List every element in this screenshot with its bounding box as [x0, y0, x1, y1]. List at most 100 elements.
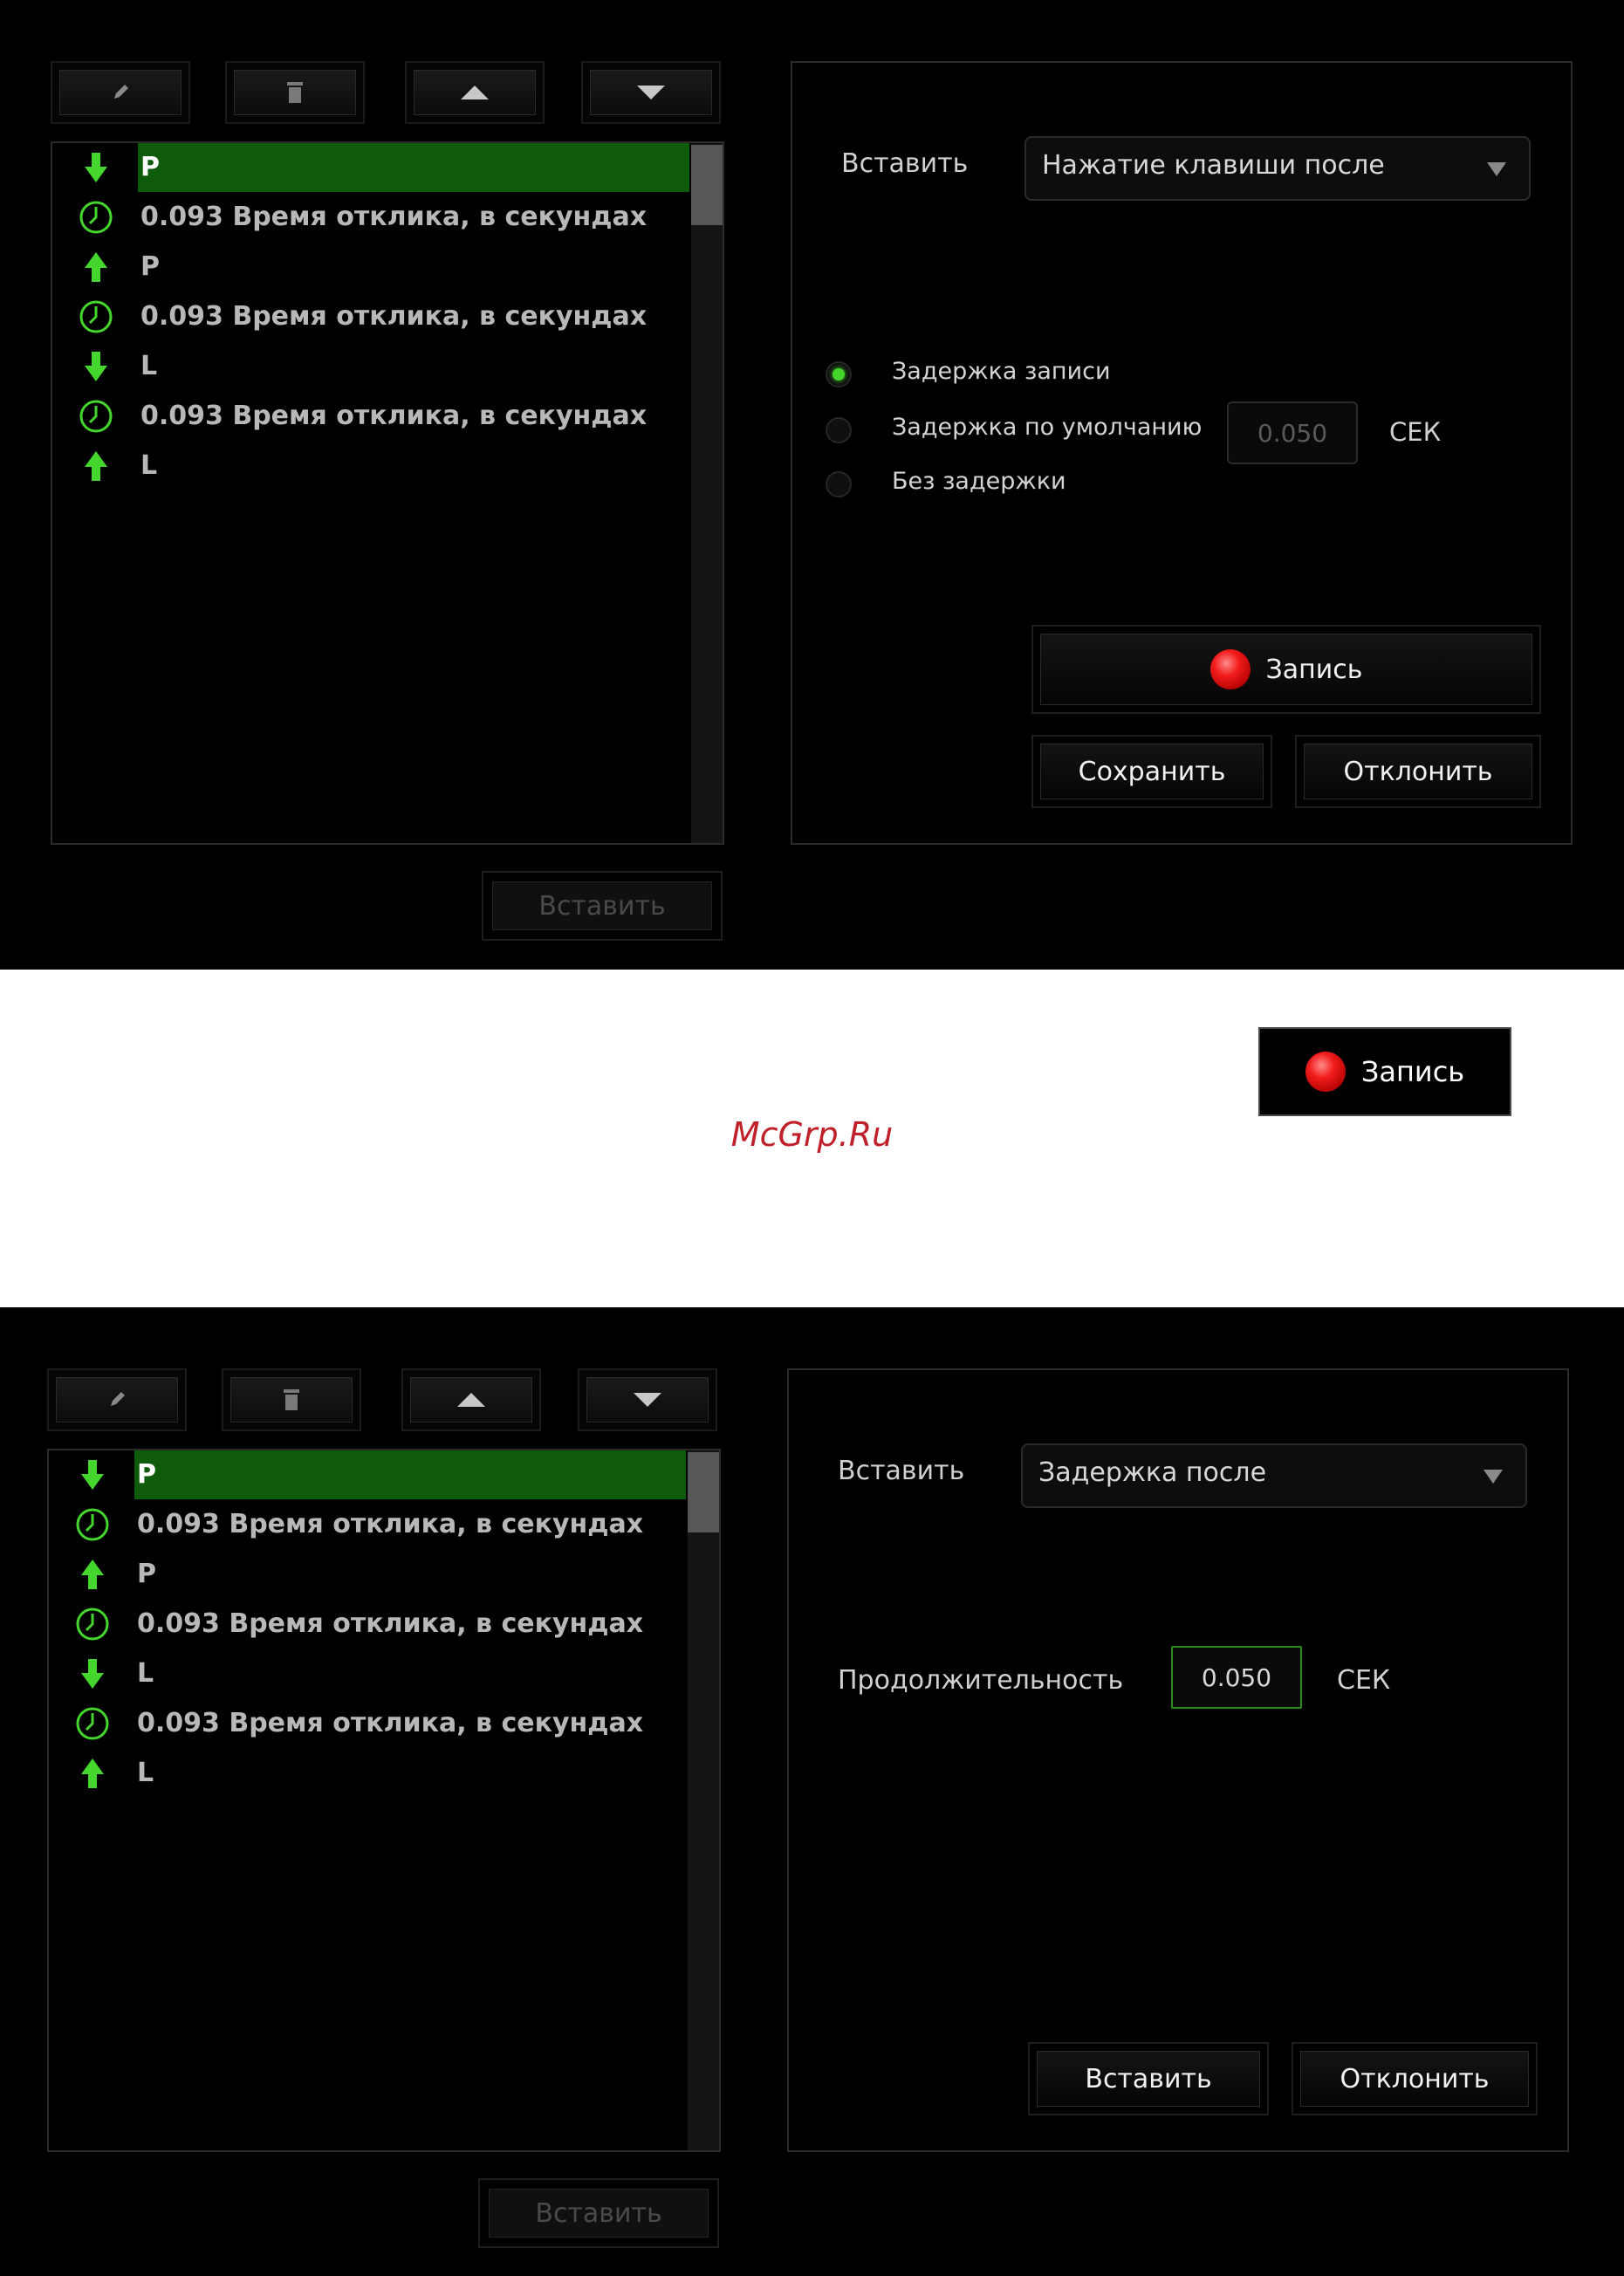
pencil-icon [114, 85, 128, 99]
delete-button[interactable] [225, 61, 365, 124]
list-item[interactable]: 0.093 Время отклика, в секундах [49, 1600, 686, 1649]
list-item-label: 0.093 Время отклика, в секундах [140, 401, 648, 431]
bottom-insert-button[interactable]: Вставить [482, 871, 723, 941]
record-button-label: Запись [1265, 654, 1363, 685]
list-item[interactable]: L [52, 342, 689, 391]
insert-label: Вставить [841, 148, 969, 179]
radio-default-delay[interactable] [826, 417, 852, 443]
list-item[interactable]: P [49, 1550, 686, 1599]
bottom-insert-button[interactable]: Вставить [478, 2178, 719, 2248]
list-item[interactable]: P [49, 1450, 686, 1499]
key-down-icon [77, 148, 115, 187]
chevron-down-icon [1487, 162, 1506, 176]
selection-highlight [138, 143, 689, 192]
duration-input[interactable]: 0.050 [1171, 1646, 1302, 1709]
clock-icon [73, 1505, 112, 1544]
move-up-button[interactable] [405, 61, 545, 124]
list-item-label: L [137, 1658, 154, 1689]
insert-button-label: Вставить [1085, 2063, 1212, 2094]
scrollbar[interactable] [691, 143, 723, 843]
clock-icon [73, 1704, 112, 1743]
list-item-label: L [140, 351, 158, 381]
list-item[interactable]: L [52, 442, 689, 490]
insert-panel: Вставить Нажатие клавиши после Задержка … [791, 61, 1573, 845]
insert-type-dropdown[interactable]: Задержка после [1021, 1443, 1527, 1508]
record-button-callout: Запись [1258, 1027, 1511, 1116]
clock-icon [77, 198, 115, 237]
list-item[interactable]: 0.093 Время отклика, в секундах [52, 193, 689, 242]
key-down-icon [73, 1655, 112, 1693]
unit-label: СЕК [1389, 417, 1442, 447]
scrollbar-thumb[interactable] [688, 1452, 719, 1532]
list-item[interactable]: 0.093 Время отклика, в секундах [49, 1699, 686, 1748]
record-dot-icon [1209, 649, 1251, 689]
edit-button[interactable] [47, 1368, 187, 1431]
bottom-insert-label: Вставить [489, 2189, 709, 2238]
scrollbar-thumb[interactable] [691, 145, 723, 225]
cancel-button-label: Отклонить [1343, 756, 1493, 787]
list-item-label: L [137, 1758, 154, 1788]
clock-icon [77, 298, 115, 336]
trash-icon [287, 82, 303, 103]
arrow-up-icon [457, 1393, 485, 1407]
cancel-button[interactable]: Отклонить [1295, 735, 1541, 808]
insert-type-value: Нажатие клавиши после [1042, 150, 1385, 181]
insert-type-value: Задержка после [1038, 1457, 1267, 1488]
list-item-label: 0.093 Время отклика, в секундах [137, 1509, 644, 1539]
key-up-icon [77, 447, 115, 485]
clock-icon [73, 1605, 112, 1643]
list-item-label: L [140, 450, 158, 481]
key-down-icon [77, 347, 115, 386]
list-item-label: P [137, 1559, 156, 1589]
list-item[interactable]: P [52, 143, 689, 192]
record-button[interactable]: Запись [1031, 625, 1541, 714]
key-up-icon [77, 248, 115, 286]
arrow-up-icon [461, 86, 489, 99]
list-item[interactable]: L [49, 1749, 686, 1798]
duration-label: Продолжительность [838, 1665, 1124, 1696]
macro-editor-record-view: P 0.093 Время отклика, в секундах P 0.093 В… [0, 0, 1624, 970]
default-delay-input[interactable]: 0.050 [1227, 401, 1358, 464]
key-up-icon [73, 1555, 112, 1594]
list-item[interactable]: P [52, 243, 689, 291]
list-item[interactable]: L [49, 1649, 686, 1698]
save-button[interactable]: Сохранить [1031, 735, 1272, 808]
save-button-label: Сохранить [1078, 756, 1226, 787]
trash-icon [284, 1389, 299, 1410]
record-callout-label: Запись [1360, 1055, 1465, 1088]
list-item[interactable]: 0.093 Время отклика, в секундах [52, 392, 689, 441]
macro-editor-delay-view: P 0.093 Время отклика, в секундах P 0.093 В… [0, 1307, 1624, 2276]
edit-button[interactable] [51, 61, 190, 124]
move-down-button[interactable] [578, 1368, 717, 1431]
list-item-label: P [140, 152, 160, 182]
unit-label: СЕК [1337, 1665, 1391, 1696]
list-item-label: 0.093 Время отклика, в секундах [140, 202, 648, 232]
list-item-label: 0.093 Время отклика, в секундах [137, 1708, 644, 1738]
pencil-icon [111, 1392, 125, 1406]
radio-no-delay[interactable] [826, 471, 852, 497]
macro-list[interactable]: P 0.093 Время отклика, в секундах P 0.093 В… [51, 141, 724, 845]
list-item-label: 0.093 Время отклика, в секундах [137, 1608, 644, 1639]
arrow-down-icon [634, 1393, 661, 1407]
move-up-button[interactable] [401, 1368, 541, 1431]
list-item[interactable]: 0.093 Время отклика, в секундах [49, 1500, 686, 1549]
list-item[interactable]: 0.093 Время отклика, в секундах [52, 292, 689, 341]
watermark: McGrp.Ru [730, 1115, 894, 1154]
arrow-down-icon [637, 86, 665, 99]
radio-record-delay[interactable] [826, 361, 852, 387]
scrollbar[interactable] [688, 1450, 719, 2150]
insert-panel: Вставить Задержка после Продолжительност… [787, 1368, 1569, 2152]
insert-button[interactable]: Вставить [1028, 2042, 1269, 2115]
clock-icon [77, 397, 115, 435]
radio-no-delay-label: Без задержки [892, 468, 1066, 495]
radio-default-delay-label: Задержка по умолчанию [892, 414, 1203, 441]
list-item-label: 0.093 Время отклика, в секундах [140, 301, 648, 332]
cancel-button[interactable]: Отклонить [1292, 2042, 1538, 2115]
move-down-button[interactable] [581, 61, 721, 124]
delete-button[interactable] [222, 1368, 361, 1431]
insert-type-dropdown[interactable]: Нажатие клавиши после [1024, 136, 1531, 201]
macro-list[interactable]: P 0.093 Время отклика, в секундах P 0.093 В… [47, 1449, 721, 2152]
bottom-insert-label: Вставить [492, 881, 712, 930]
chevron-down-icon [1484, 1470, 1503, 1484]
cancel-button-label: Отклонить [1340, 2063, 1490, 2094]
